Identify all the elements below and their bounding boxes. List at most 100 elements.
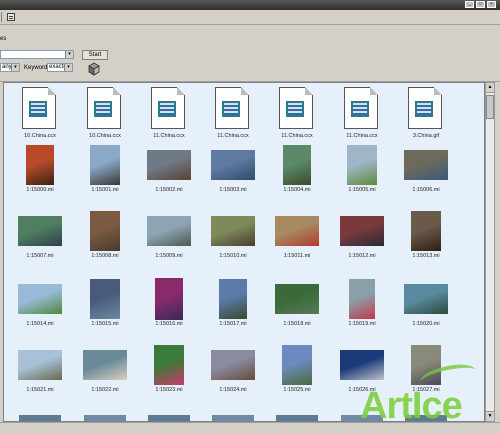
search-input[interactable]: ▾ bbox=[0, 50, 74, 59]
photo-image bbox=[18, 350, 62, 380]
photo-label: 1:15010.mi bbox=[219, 253, 247, 259]
minimize-button[interactable]: _ bbox=[465, 1, 474, 8]
file-label: 11.China.ccx bbox=[346, 133, 378, 139]
photo-thumbnail[interactable] bbox=[212, 415, 254, 421]
photo-image bbox=[404, 150, 448, 180]
photo-image bbox=[90, 279, 120, 319]
file-icon bbox=[22, 87, 58, 131]
start-button[interactable]: Start bbox=[82, 50, 108, 60]
photo-thumbnail[interactable]: 1:15002.mi bbox=[138, 150, 200, 193]
photo-image bbox=[211, 150, 255, 180]
photo-image bbox=[18, 284, 62, 314]
photo-thumbnail[interactable]: 1:15025.mi bbox=[266, 345, 328, 393]
photo-label: 1:15005.mi bbox=[348, 187, 376, 193]
photo-thumbnail[interactable]: 1:15000.mi bbox=[9, 145, 71, 193]
photo-thumbnail[interactable]: 1:15020.mi bbox=[395, 284, 457, 327]
match-select[interactable]: exactly ▾ bbox=[47, 63, 73, 72]
photo-thumbnail[interactable]: 1:15017.mi bbox=[202, 279, 264, 327]
photo-thumbnail[interactable]: 1:15011.mi bbox=[266, 216, 328, 259]
file-item[interactable]: 11.China.ccx bbox=[138, 87, 200, 139]
photo-label: 1:15004.mi bbox=[283, 187, 311, 193]
file-item[interactable]: 10.China.ccx bbox=[74, 87, 136, 139]
photo-thumbnail[interactable] bbox=[276, 415, 318, 421]
file-item[interactable]: 10.China.ccx bbox=[9, 87, 71, 139]
file-icon bbox=[151, 87, 187, 131]
photo-label: 1:15015.mi bbox=[91, 321, 119, 327]
file-label: 11.China.ccx bbox=[281, 133, 313, 139]
package-icon[interactable] bbox=[87, 62, 101, 76]
photo-thumbnail[interactable]: 1:15007.mi bbox=[9, 216, 71, 259]
file-label: 11.China.ccx bbox=[153, 133, 185, 139]
file-glyph bbox=[158, 101, 176, 117]
file-icon bbox=[408, 87, 444, 131]
photo-label: 1:15023.mi bbox=[155, 387, 183, 393]
photo-thumbnail[interactable]: 1:15018.mi bbox=[266, 284, 328, 327]
file-glyph bbox=[286, 101, 304, 117]
photo-thumbnail[interactable]: 1:15006.mi bbox=[395, 150, 457, 193]
chevron-down-icon[interactable]: ▾ bbox=[64, 64, 72, 71]
path-bar: es bbox=[0, 25, 500, 47]
chevron-down-icon[interactable]: ▾ bbox=[11, 64, 19, 71]
photo-image bbox=[347, 145, 377, 185]
photo-label: 1:15003.mi bbox=[219, 187, 247, 193]
photo-label: 1:15000.mi bbox=[26, 187, 54, 193]
file-icon bbox=[344, 87, 380, 131]
photo-thumbnail[interactable]: 1:15010.mi bbox=[202, 216, 264, 259]
photo-image bbox=[147, 216, 191, 246]
photo-thumbnail[interactable]: 1:15015.mi bbox=[74, 279, 136, 327]
file-label: 3.China.gif bbox=[412, 133, 440, 139]
photo-thumbnail[interactable]: 1:15021.mi bbox=[9, 350, 71, 393]
scroll-up-icon[interactable]: ▲ bbox=[486, 83, 494, 93]
file-item[interactable]: 11.China.ccx bbox=[202, 87, 264, 139]
close-button[interactable]: × bbox=[487, 1, 496, 8]
photo-thumbnail[interactable]: 1:15008.mi bbox=[74, 211, 136, 259]
photo-thumbnail[interactable]: 1:15014.mi bbox=[9, 284, 71, 327]
photo-thumbnail[interactable]: 1:15009.mi bbox=[138, 216, 200, 259]
chevron-down-icon[interactable]: ▾ bbox=[65, 51, 73, 58]
file-glyph bbox=[94, 101, 112, 117]
photo-thumbnail[interactable]: 1:15019.mi bbox=[331, 279, 393, 327]
file-fold bbox=[370, 87, 378, 95]
photo-thumbnail[interactable]: 1:15016.mi bbox=[138, 278, 200, 327]
photo-label: 1:15017.mi bbox=[219, 321, 247, 327]
photo-image bbox=[275, 284, 319, 314]
photo-thumbnail[interactable] bbox=[148, 415, 190, 421]
photo-label: 1:15006.mi bbox=[412, 187, 440, 193]
photo-label: 1:15012.mi bbox=[348, 253, 376, 259]
photo-thumbnail[interactable]: 1:15001.mi bbox=[74, 145, 136, 193]
thumbnail-view[interactable]: 10.China.ccx 10.China.ccx 11.China.ccx 11.C… bbox=[3, 82, 485, 422]
photo-thumbnail[interactable]: 1:15003.mi bbox=[202, 150, 264, 193]
photo-label: 1:15020.mi bbox=[412, 321, 440, 327]
photo-label: 1:15002.mi bbox=[155, 187, 183, 193]
photo-thumbnail[interactable]: 1:15024.mi bbox=[202, 350, 264, 393]
file-label: 11.China.ccx bbox=[217, 133, 249, 139]
file-item[interactable]: 3.China.gif bbox=[395, 87, 457, 139]
photo-image bbox=[154, 345, 184, 385]
watermark-logo: ArtIce bbox=[360, 385, 463, 427]
scrollbar-thumb[interactable] bbox=[486, 95, 494, 119]
vertical-scrollbar[interactable]: ▲ ▼ bbox=[485, 82, 495, 422]
maximize-button[interactable]: □ bbox=[476, 1, 485, 8]
any-select[interactable]: any ▾ bbox=[0, 63, 20, 72]
photo-label: 1:15011.mi bbox=[283, 253, 311, 259]
photo-thumbnail[interactable]: 1:15022.mi bbox=[74, 350, 136, 393]
photo-label: 1:15008.mi bbox=[91, 253, 119, 259]
scroll-down-icon[interactable]: ▼ bbox=[486, 411, 494, 421]
photo-thumbnail[interactable] bbox=[84, 415, 126, 421]
photo-thumbnail[interactable]: 1:15005.mi bbox=[331, 145, 393, 193]
view-icon[interactable] bbox=[7, 13, 15, 21]
keyword-label: Keyword bbox=[24, 65, 48, 71]
file-item[interactable]: 11.China.ccx bbox=[331, 87, 393, 139]
photo-thumbnail[interactable]: 1:15012.mi bbox=[331, 216, 393, 259]
file-item[interactable]: 11.China.ccx bbox=[266, 87, 328, 139]
photo-label: 1:15013.mi bbox=[412, 253, 440, 259]
file-fold bbox=[48, 87, 56, 95]
photo-image bbox=[275, 216, 319, 246]
file-label: 10.China.ccx bbox=[24, 133, 56, 139]
photo-thumbnail[interactable]: 1:15004.mi bbox=[266, 145, 328, 193]
photo-thumbnail[interactable]: 1:15013.mi bbox=[395, 211, 457, 259]
photo-thumbnail[interactable]: 1:15023.mi bbox=[138, 345, 200, 393]
file-fold bbox=[434, 87, 442, 95]
photo-thumbnail[interactable] bbox=[19, 415, 61, 421]
photo-label: 1:15016.mi bbox=[155, 321, 183, 327]
